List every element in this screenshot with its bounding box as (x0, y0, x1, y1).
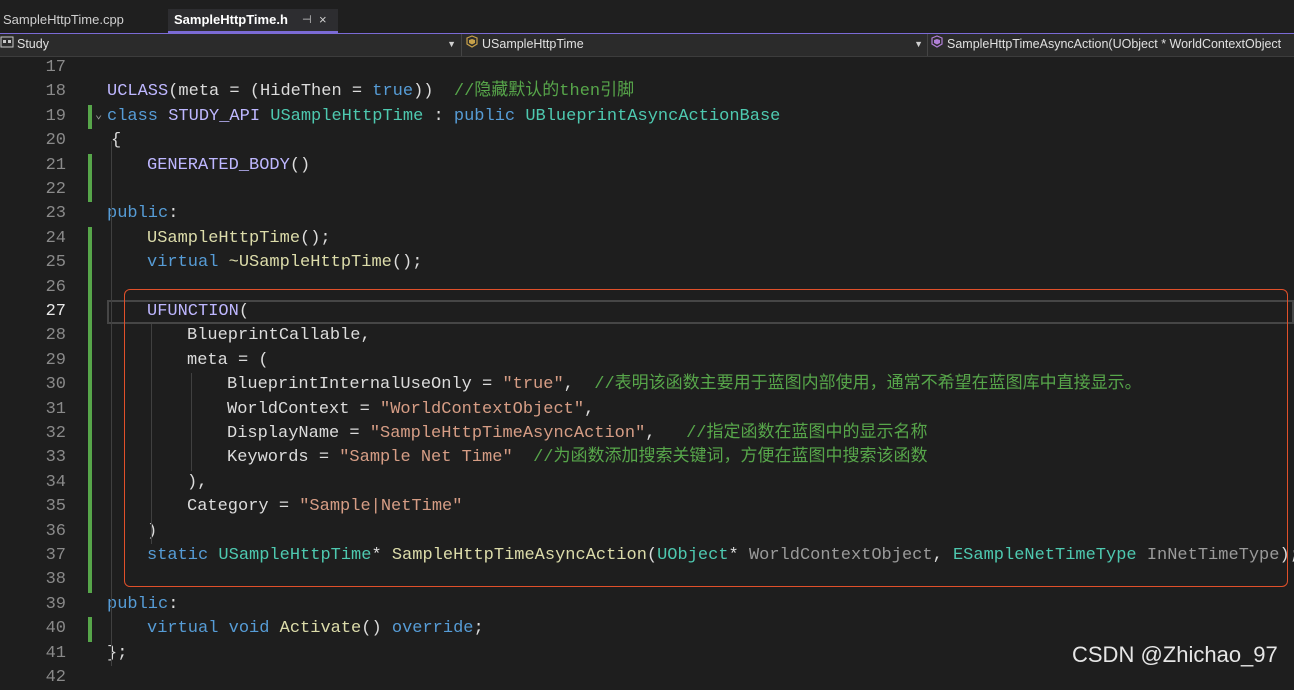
change-marker (88, 519, 92, 544)
line-number: 39 (45, 594, 66, 614)
code-line: 24 USampleHttpTime(); (0, 226, 1294, 252)
code-line: 17 (0, 56, 1294, 80)
code-text: UCLASS(meta = (HideThen = true)) //隐藏默认的… (107, 82, 635, 102)
tab-label: SampleHttpTime.h (174, 12, 288, 27)
code-line: 25 virtual ~USampleHttpTime(); (0, 251, 1294, 276)
code-text: GENERATED_BODY() (147, 155, 311, 175)
member-label: SampleHttpTimeAsyncAction(UObject * Worl… (947, 37, 1282, 51)
line-number: 41 (45, 643, 66, 663)
change-marker (88, 397, 92, 422)
close-icon[interactable]: × (319, 9, 327, 31)
divider (461, 34, 462, 56)
change-marker (88, 544, 92, 569)
class-scope-dropdown[interactable]: USampleHttpTime ▼ (465, 34, 925, 56)
change-marker (88, 178, 92, 203)
change-marker (88, 470, 92, 496)
line-number: 17 (45, 58, 66, 77)
watermark: CSDN @Zhichao_97 (1072, 642, 1278, 667)
line-number: 25 (45, 253, 66, 273)
change-marker (88, 251, 92, 276)
line-number: 21 (45, 155, 66, 175)
project-label: Study (17, 37, 49, 51)
change-marker (88, 153, 92, 178)
code-text: USampleHttpTime(); (147, 228, 331, 248)
change-marker (88, 617, 92, 642)
line-number: 20 (45, 131, 66, 151)
change-marker (88, 104, 92, 130)
tab-label: SampleHttpTime.cpp (3, 12, 124, 27)
tab-sample-http-time-cpp[interactable]: SampleHttpTime.cpp (0, 9, 168, 33)
line-number: 36 (45, 521, 66, 541)
change-marker (88, 348, 92, 374)
highlight-annotation-box (124, 289, 1288, 587)
code-text: public: (107, 594, 179, 614)
code-line: 23 public: (0, 202, 1294, 226)
change-marker (88, 446, 92, 471)
code-line: 39 public: (0, 593, 1294, 617)
project-dropdown[interactable]: Study ▼ (0, 34, 458, 56)
code-editor[interactable]: 17 18 UCLASS(meta = (HideThen = true)) /… (0, 56, 1294, 687)
line-number: 30 (45, 375, 66, 395)
line-number: 37 (45, 546, 66, 565)
change-marker (88, 300, 92, 325)
line-number: 31 (45, 399, 66, 419)
indent-guide (111, 141, 112, 666)
change-marker (88, 226, 92, 252)
line-number: 38 (45, 570, 66, 590)
line-number: 40 (45, 619, 66, 639)
line-number: 26 (45, 277, 66, 297)
code-line: 40 virtual void Activate() override; (0, 617, 1294, 642)
chevron-down-icon: ▼ (447, 39, 456, 49)
pin-icon[interactable]: ⊣ (302, 9, 312, 31)
tab-sample-http-time-h[interactable]: SampleHttpTime.h ⊣ × (168, 9, 338, 33)
code-text: virtual ~USampleHttpTime(); (147, 253, 423, 273)
code-line: 42 (0, 666, 1294, 690)
line-number: 27 (45, 302, 66, 321)
chevron-down-icon: ▼ (914, 39, 923, 49)
line-number: 32 (45, 424, 66, 443)
line-number: 24 (45, 228, 66, 248)
change-marker (88, 495, 92, 520)
tab-bar: SampleHttpTime.cpp SampleHttpTime.h ⊣ × (0, 0, 1294, 33)
class-scope-label: USampleHttpTime (482, 37, 584, 51)
divider (927, 34, 928, 56)
code-text: class STUDY_API USampleHttpTime : public… (107, 106, 781, 126)
code-line: 22 (0, 178, 1294, 203)
fold-toggle-icon[interactable]: ⌄ (95, 107, 102, 122)
line-number: 34 (45, 472, 66, 492)
change-marker (88, 275, 92, 300)
class-icon (465, 34, 479, 55)
change-marker (88, 324, 92, 349)
code-text: virtual void Activate() override; (147, 619, 484, 639)
line-number: 29 (45, 350, 66, 370)
line-number: 19 (45, 106, 66, 126)
line-number: 22 (45, 180, 66, 199)
project-icon (0, 34, 14, 55)
change-marker (88, 373, 92, 398)
method-icon (930, 34, 944, 55)
line-number: 28 (45, 326, 66, 346)
code-text: { (111, 131, 122, 151)
line-number: 23 (45, 204, 66, 224)
line-number: 35 (45, 497, 66, 517)
line-number: 42 (45, 668, 66, 687)
code-text: public: (107, 204, 179, 224)
line-number: 33 (45, 448, 66, 468)
code-line: 18 UCLASS(meta = (HideThen = true)) //隐藏… (0, 80, 1294, 104)
member-dropdown[interactable]: SampleHttpTimeAsyncAction(UObject * Worl… (930, 34, 1294, 56)
code-line: 19 ⌄ class STUDY_API USampleHttpTime : p… (0, 104, 1294, 130)
code-line: 21 GENERATED_BODY() (0, 153, 1294, 178)
navigation-bar: Study ▼ USampleHttpTime ▼ SampleHttpTime… (0, 34, 1294, 57)
line-number: 18 (45, 82, 66, 102)
code-line: 20 { (0, 129, 1294, 153)
change-marker (88, 422, 92, 447)
change-marker (88, 568, 92, 593)
